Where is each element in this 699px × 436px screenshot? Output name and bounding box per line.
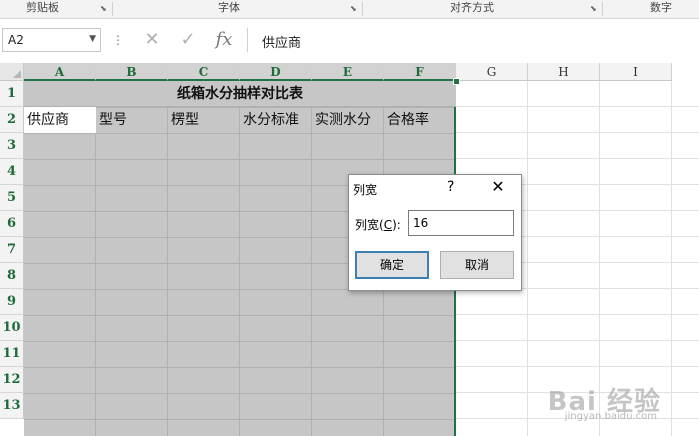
clipboard-dialog-launcher-icon[interactable]: ⬊	[100, 5, 108, 13]
column-header-f[interactable]: F	[384, 63, 456, 81]
formula-input[interactable]: 供应商	[247, 28, 699, 52]
label-access-key: C	[383, 218, 393, 232]
alignment-dialog-launcher-icon[interactable]: ⬊	[590, 5, 598, 13]
formula-bar: A2 ▼ ⋮ ✕ ✓ fx 供应商	[0, 27, 699, 55]
column-header-d[interactable]: D	[240, 63, 312, 81]
ribbon-group-alignment: 对齐方式	[450, 1, 494, 14]
column-header-a[interactable]: A	[24, 63, 96, 81]
ribbon-group-number: 数字	[650, 1, 672, 14]
help-icon[interactable]: ?	[447, 179, 454, 195]
row-header-7[interactable]: 7	[0, 237, 24, 263]
header-cell[interactable]: 供应商	[24, 107, 96, 133]
header-cell[interactable]: 水分标准	[240, 107, 312, 133]
watermark-logo: Bai 经验 jingyan.baidu.com	[548, 381, 661, 422]
row-header-3[interactable]: 3	[0, 133, 24, 159]
label-suffix: ):	[392, 218, 401, 232]
column-header-b[interactable]: B	[96, 63, 168, 81]
column-width-dialog: 列宽 ? ✕ 列宽(C): 确定 取消	[348, 174, 522, 291]
header-cell[interactable]: 楞型	[168, 107, 240, 133]
watermark-url: jingyan.baidu.com	[564, 411, 657, 422]
sheet-title-cell[interactable]: 纸箱水分抽样对比表	[24, 81, 456, 107]
fill-handle[interactable]	[453, 78, 460, 85]
cancel-button[interactable]: 取消	[440, 251, 514, 279]
name-box-value: A2	[8, 33, 24, 47]
ribbon-separator	[362, 2, 363, 16]
row-header-8[interactable]: 8	[0, 263, 24, 289]
font-dialog-launcher-icon[interactable]: ⬊	[350, 5, 358, 13]
column-header-g[interactable]: G	[456, 63, 528, 81]
header-cell[interactable]: 实测水分	[312, 107, 384, 133]
ok-button[interactable]: 确定	[355, 251, 429, 279]
header-cell[interactable]: 型号	[96, 107, 168, 133]
select-all-button[interactable]	[0, 63, 24, 81]
ribbon-group-clipboard: 剪贴板	[26, 1, 59, 14]
row-header-1[interactable]: 1	[0, 81, 24, 107]
row-header-11[interactable]: 11	[0, 341, 24, 367]
column-header-h[interactable]: H	[528, 63, 600, 81]
label-prefix: 列宽(	[355, 218, 384, 232]
formula-content: 供应商	[262, 36, 302, 51]
column-width-input[interactable]	[408, 210, 514, 236]
dialog-title: 列宽	[353, 183, 378, 197]
ribbon-separator	[112, 2, 113, 16]
ribbon-group-labels: 剪贴板 ⬊ 字体 ⬊ 对齐方式 ⬊ 数字	[0, 0, 699, 19]
header-cell[interactable]: 合格率	[384, 107, 456, 133]
column-header-c[interactable]: C	[168, 63, 240, 81]
column-width-label: 列宽(C):	[355, 216, 401, 233]
row-header-6[interactable]: 6	[0, 211, 24, 237]
row-header-9[interactable]: 9	[0, 289, 24, 315]
chevron-down-icon[interactable]: ▼	[89, 34, 96, 44]
row-header-12[interactable]: 12	[0, 367, 24, 393]
insert-function-icon[interactable]: fx	[212, 29, 236, 51]
check-icon[interactable]: ✓	[176, 29, 200, 51]
more-options-icon[interactable]: ⋮	[112, 33, 124, 47]
column-header-i[interactable]: I	[600, 63, 672, 81]
ribbon-group-font: 字体	[218, 1, 240, 14]
name-box[interactable]: A2 ▼	[2, 28, 101, 52]
ribbon-separator	[602, 2, 603, 16]
x-icon[interactable]: ✕	[140, 29, 164, 51]
row-header-5[interactable]: 5	[0, 185, 24, 211]
row-header-10[interactable]: 10	[0, 315, 24, 341]
row-header-4[interactable]: 4	[0, 159, 24, 185]
close-icon[interactable]: ✕	[489, 178, 507, 196]
column-header-e[interactable]: E	[312, 63, 384, 81]
row-header-13[interactable]: 13	[0, 393, 24, 419]
row-header-2[interactable]: 2	[0, 107, 24, 133]
